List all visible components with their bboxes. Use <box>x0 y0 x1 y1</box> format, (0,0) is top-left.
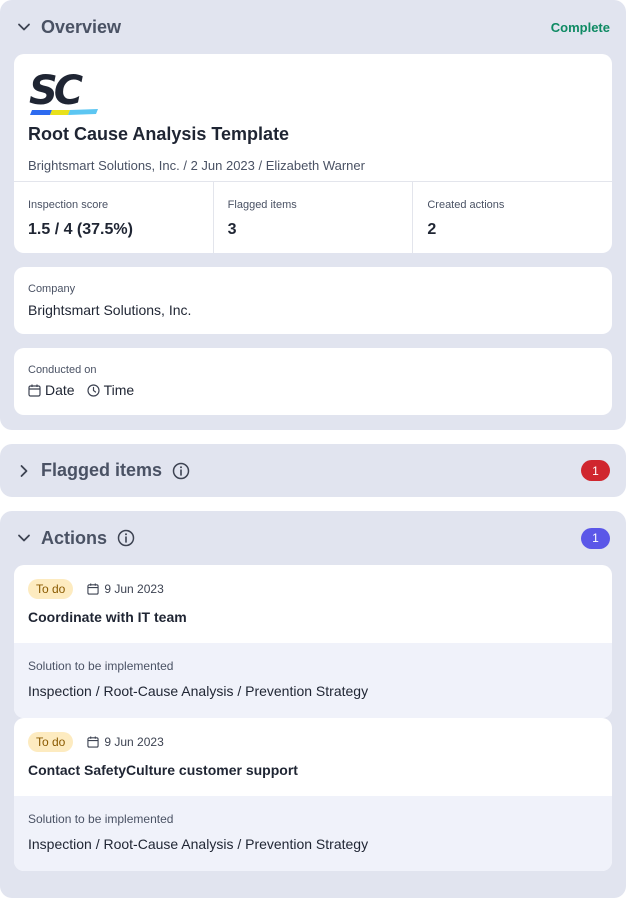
stat-created-actions[interactable]: Created actions 2 <box>413 182 612 253</box>
chevron-right-icon[interactable] <box>16 463 32 479</box>
stat-value: 3 <box>227 221 237 238</box>
due-date: 9 Jun 2023 <box>87 582 164 596</box>
chevron-down-icon[interactable] <box>16 530 32 546</box>
conducted-on-card: Conducted on Date Time <box>14 348 612 415</box>
overview-title: Overview <box>41 16 122 37</box>
info-icon[interactable] <box>117 529 135 547</box>
info-icon[interactable] <box>172 462 190 480</box>
overview-header[interactable]: Overview Complete <box>0 0 626 54</box>
company-logo: SC <box>28 68 102 123</box>
action-status-badge: To do <box>28 732 74 752</box>
actions-header[interactable]: Actions 1 <box>0 511 626 565</box>
date-field[interactable]: Date <box>28 382 75 398</box>
company-label: Company <box>28 283 76 295</box>
svg-text:SC: SC <box>29 68 83 114</box>
action-status-badge: To do <box>28 579 74 599</box>
flagged-count-badge: 1 <box>581 460 610 481</box>
stat-value: 1.5 / 4 (37.5%) <box>28 221 133 238</box>
template-title: Root Cause Analysis Template <box>28 124 290 144</box>
solution-label: Solution to be implemented <box>28 659 174 673</box>
action-card[interactable]: To do 9 Jun 2023 Coordinate with IT team… <box>14 565 612 718</box>
flagged-items-header[interactable]: Flagged items 1 <box>0 444 626 497</box>
stat-value: 2 <box>427 221 437 238</box>
due-date-text: 9 Jun 2023 <box>104 582 164 596</box>
clock-icon <box>86 383 100 397</box>
action-card[interactable]: To do 9 Jun 2023 Contact SafetyCulture c… <box>14 718 612 871</box>
company-value: Brightsmart Solutions, Inc. <box>28 302 192 318</box>
stat-label: Created actions <box>427 199 505 211</box>
inspection-meta: Brightsmart Solutions, Inc. / 2 Jun 2023… <box>28 158 365 173</box>
calendar-icon <box>87 736 99 748</box>
stat-label: Flagged items <box>227 199 297 211</box>
stat-inspection-score: Inspection score 1.5 / 4 (37.5%) <box>14 182 214 253</box>
due-date-text: 9 Jun 2023 <box>104 735 164 749</box>
question-path: Inspection / Root-Cause Analysis / Preve… <box>28 683 369 699</box>
flagged-items-title: Flagged items <box>41 460 163 480</box>
actions-count-badge: 1 <box>581 527 610 549</box>
action-title: Contact SafetyCulture customer support <box>28 762 298 778</box>
time-label: Time <box>103 382 135 398</box>
chevron-down-icon[interactable] <box>16 19 32 35</box>
action-title: Coordinate with IT team <box>28 609 187 625</box>
flagged-items-panel[interactable]: Flagged items 1 <box>0 444 626 497</box>
company-card: Company Brightsmart Solutions, Inc. <box>14 267 612 334</box>
due-date: 9 Jun 2023 <box>87 735 164 749</box>
stats-row: Inspection score 1.5 / 4 (37.5%) Flagged… <box>14 181 612 253</box>
stat-label: Inspection score <box>28 199 109 211</box>
time-field[interactable]: Time <box>86 382 135 398</box>
date-label: Date <box>45 382 75 398</box>
stat-flagged-items[interactable]: Flagged items 3 <box>214 182 414 253</box>
status-badge: Complete <box>550 19 610 35</box>
solution-label: Solution to be implemented <box>28 812 174 826</box>
conducted-on-label: Conducted on <box>28 364 97 376</box>
actions-title: Actions <box>41 527 108 548</box>
calendar-icon <box>28 384 41 397</box>
question-path: Inspection / Root-Cause Analysis / Preve… <box>28 836 369 852</box>
calendar-icon <box>87 583 99 595</box>
